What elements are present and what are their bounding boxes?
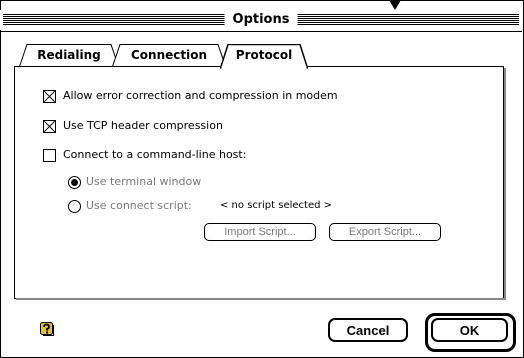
tab-connection[interactable]: Connection xyxy=(112,44,226,67)
error-correction-checkbox[interactable] xyxy=(43,90,56,103)
command-line-host-checkbox[interactable] xyxy=(43,149,56,162)
error-correction-label: Allow error correction and compression i… xyxy=(63,89,338,102)
tab-redialing[interactable]: Redialing xyxy=(19,44,119,67)
pointer-arrow-icon xyxy=(389,0,401,10)
title-divider xyxy=(0,31,522,32)
connect-script-label: Use connect script: xyxy=(86,199,192,212)
command-line-host-label: Connect to a command-line host: xyxy=(63,148,247,161)
selected-script-value: < no script selected > xyxy=(220,200,333,211)
connect-script-radio[interactable] xyxy=(68,200,81,213)
tab-protocol[interactable]: Protocol xyxy=(220,44,308,69)
window-title: Options xyxy=(224,11,298,28)
import-script-button[interactable]: Import Script... xyxy=(204,223,316,241)
terminal-window-radio[interactable] xyxy=(68,176,81,189)
help-question-icon-glyph xyxy=(40,322,54,336)
cancel-button[interactable]: Cancel xyxy=(328,318,408,342)
panel-shadow-right xyxy=(504,68,506,299)
tab-protocol-label: Protocol xyxy=(235,48,293,62)
tcp-compression-label: Use TCP header compression xyxy=(63,119,223,132)
ok-button[interactable]: OK xyxy=(431,318,508,342)
panel-shadow-bottom xyxy=(16,298,506,300)
tab-connection-label: Connection xyxy=(130,48,208,62)
tab-redialing-label: Redialing xyxy=(37,48,101,62)
help-question-icon[interactable] xyxy=(40,321,54,336)
terminal-window-label: Use terminal window xyxy=(86,175,202,188)
export-script-button[interactable]: Export Script... xyxy=(329,223,441,241)
tcp-compression-checkbox[interactable] xyxy=(43,120,56,133)
title-bar[interactable]: Options xyxy=(0,10,522,30)
